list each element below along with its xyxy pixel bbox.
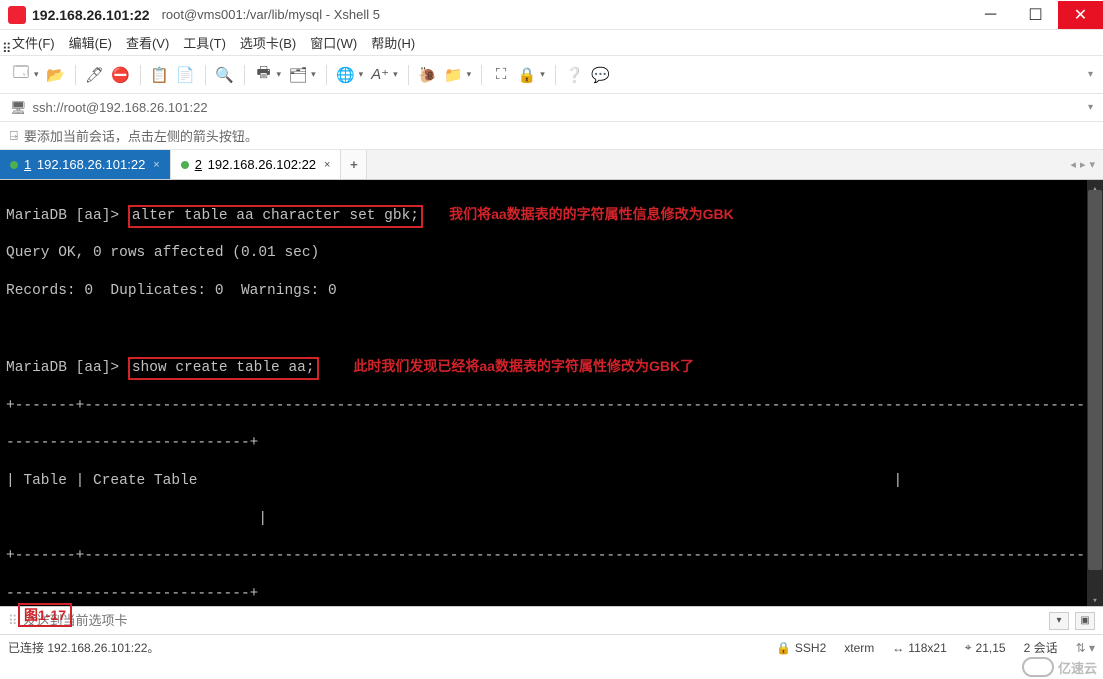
refresh-icon[interactable]: 🐌 — [417, 64, 439, 86]
address-bar: 🖥 ssh://root@192.168.26.101:22 ▾ — [0, 94, 1103, 122]
tab-list-icon[interactable]: ▾ — [1089, 158, 1095, 171]
terminal-line: Records: 0 Duplicates: 0 Warnings: 0 — [6, 282, 1097, 301]
ssh-icon: 🖥 — [10, 100, 27, 116]
status-cursor: ⌖21,15 — [965, 640, 1006, 655]
add-tab-button[interactable]: + — [341, 150, 367, 179]
terminal-line: +-------+-------------------------------… — [6, 397, 1097, 416]
size-icon: ↔ — [892, 641, 904, 655]
close-button[interactable]: ✕ — [1058, 1, 1103, 29]
help-icon[interactable]: ❔ — [564, 64, 586, 86]
terminal-line: Query OK, 0 rows affected (0.01 sec) — [6, 244, 1097, 263]
sql-prompt: MariaDB [aa]> — [6, 360, 128, 376]
status-size: ↔118x21 — [892, 641, 946, 655]
tab-number: 2 — [195, 157, 202, 172]
tab-label-text: 192.168.26.102:22 — [208, 157, 316, 172]
title-path: root@vms001:/var/lib/mysql - Xshell 5 — [162, 7, 380, 22]
hint-text: 要添加当前会话，点击左侧的箭头按钮。 — [24, 126, 258, 145]
cloud-icon — [1022, 657, 1054, 677]
send-target-button[interactable]: ▾ — [1049, 612, 1069, 630]
status-sessions: 2 会话 — [1024, 639, 1058, 656]
cursor-icon: ⌖ — [965, 640, 972, 655]
send-input-bar: ⠿ ▾ ▣ — [0, 606, 1103, 634]
tab-close-icon[interactable]: × — [153, 159, 159, 171]
figure-label: 图1-17 — [18, 603, 72, 627]
scroll-down-icon[interactable]: ▾ — [1087, 592, 1103, 606]
menu-window[interactable]: 窗口(W) — [310, 33, 357, 52]
tab-number: 1 — [24, 157, 31, 172]
menu-edit[interactable]: 编辑(E) — [69, 33, 112, 52]
terminal-output[interactable]: MariaDB [aa]> alter table aa character s… — [0, 180, 1103, 606]
status-termtype: xterm — [844, 641, 874, 655]
title-address: 192.168.26.101:22 — [32, 7, 150, 23]
status-dot-icon — [181, 161, 189, 169]
terminal-line: ----------------------------+ — [6, 434, 1097, 453]
status-protocol: 🔒SSH2 — [776, 641, 826, 655]
tab-label-text: 192.168.26.101:22 — [37, 157, 145, 172]
open-icon[interactable]: 📂 — [45, 64, 67, 86]
highlight-cmd-1: alter table aa character set gbk; — [128, 205, 423, 228]
app-logo — [8, 6, 26, 24]
status-dot-icon — [10, 161, 18, 169]
status-bar: 已连接 192.168.26.101:22。 🔒SSH2 xterm ↔118x… — [0, 634, 1103, 660]
feedback-icon[interactable]: 💬 — [590, 64, 612, 86]
title-bar: 192.168.26.101:22 root@vms001:/var/lib/m… — [0, 0, 1103, 30]
bookmark-icon[interactable]: ⍈ — [10, 128, 18, 144]
address-text[interactable]: ssh://root@192.168.26.101:22 — [33, 100, 208, 115]
annotation-1: 我们将aa数据表的的字符属性信息修改为GBK — [449, 206, 734, 222]
globe-icon[interactable]: 🌐 — [335, 64, 357, 86]
menu-help[interactable]: 帮助(H) — [371, 33, 415, 52]
fullscreen-icon[interactable]: ⛶ — [490, 64, 512, 86]
menu-bar: ⠿ 文件(F) 编辑(E) 查看(V) 工具(T) 选项卡(B) 窗口(W) 帮… — [0, 30, 1103, 56]
sql-prompt: MariaDB [aa]> — [6, 208, 128, 224]
lock-icon[interactable]: 🔒 — [516, 64, 538, 86]
watermark-text: 亿速云 — [1058, 658, 1097, 677]
menu-tools[interactable]: 工具(T) — [183, 33, 226, 52]
watermark: 亿速云 — [1022, 657, 1097, 677]
window-buttons: ─ ☐ ✕ — [968, 1, 1103, 29]
maximize-button[interactable]: ☐ — [1013, 1, 1058, 29]
properties-icon[interactable]: 🗂 — [287, 64, 309, 86]
terminal-line: | Table | Create Table — [6, 472, 1097, 491]
highlight-cmd-2: show create table aa; — [128, 357, 319, 380]
session-tab-1[interactable]: 1 192.168.26.101:22 × — [0, 150, 171, 179]
minimize-button[interactable]: ─ — [968, 1, 1013, 29]
tab-bar: 1 192.168.26.101:22 × 2 192.168.26.102:2… — [0, 150, 1103, 180]
scroll-thumb[interactable] — [1088, 190, 1102, 570]
menu-file[interactable]: 文件(F) — [12, 33, 55, 52]
status-connection: 已连接 192.168.26.101:22。 — [8, 639, 758, 656]
toolbar-overflow-icon[interactable]: ▾ — [1088, 69, 1093, 80]
status-updown-icon[interactable]: ⇅ ▾ — [1076, 641, 1095, 655]
address-overflow-icon[interactable]: ▾ — [1088, 102, 1093, 113]
menu-tabs[interactable]: 选项卡(B) — [240, 33, 296, 52]
new-session-icon[interactable]: 🗔 — [10, 64, 32, 86]
terminal-scrollbar[interactable]: ▴ ▾ — [1087, 180, 1103, 606]
font-icon[interactable]: A⁺ — [369, 64, 391, 86]
toolbar: 🗔▾ 📂 🖊 ⛔ 📋 📄 🔍 🖶▾ 🗂▾ 🌐▾ A⁺▾ 🐌 📁▾ ⛶ 🔒▾ ❔ … — [0, 56, 1103, 94]
annotation-2: 此时我们发现已经将aa数据表的字符属性修改为GBK了 — [353, 358, 694, 374]
send-pin-button[interactable]: ▣ — [1075, 612, 1095, 630]
disconnect-icon[interactable]: ⛔ — [110, 64, 132, 86]
reconnect-icon[interactable]: 🖊 — [84, 64, 106, 86]
find-icon[interactable]: 🔍 — [214, 64, 236, 86]
menu-view[interactable]: 查看(V) — [126, 33, 169, 52]
hint-bar: ⍈ 要添加当前会话，点击左侧的箭头按钮。 — [0, 122, 1103, 150]
tab-close-icon[interactable]: × — [324, 159, 330, 171]
print-icon[interactable]: 🖶 — [253, 64, 275, 86]
grip-icon[interactable]: ⠿ — [8, 613, 18, 629]
send-input[interactable] — [24, 613, 1049, 628]
copy-icon[interactable]: 📋 — [149, 64, 171, 86]
paste-icon[interactable]: 📄 — [175, 64, 197, 86]
terminal-line: +-------+-------------------------------… — [6, 547, 1097, 566]
session-tab-2[interactable]: 2 192.168.26.102:22 × — [171, 150, 342, 179]
tab-nav: ◂ ▸ ▾ — [1070, 150, 1103, 179]
menu-grip-icon[interactable]: ⠿ — [2, 41, 6, 45]
terminal-line: ----------------------------+ — [6, 585, 1097, 604]
tab-next-icon[interactable]: ▸ — [1080, 158, 1086, 171]
tab-prev-icon[interactable]: ◂ — [1070, 158, 1076, 171]
lock-small-icon: 🔒 — [776, 641, 791, 655]
transfer-icon[interactable]: 📁 — [443, 64, 465, 86]
